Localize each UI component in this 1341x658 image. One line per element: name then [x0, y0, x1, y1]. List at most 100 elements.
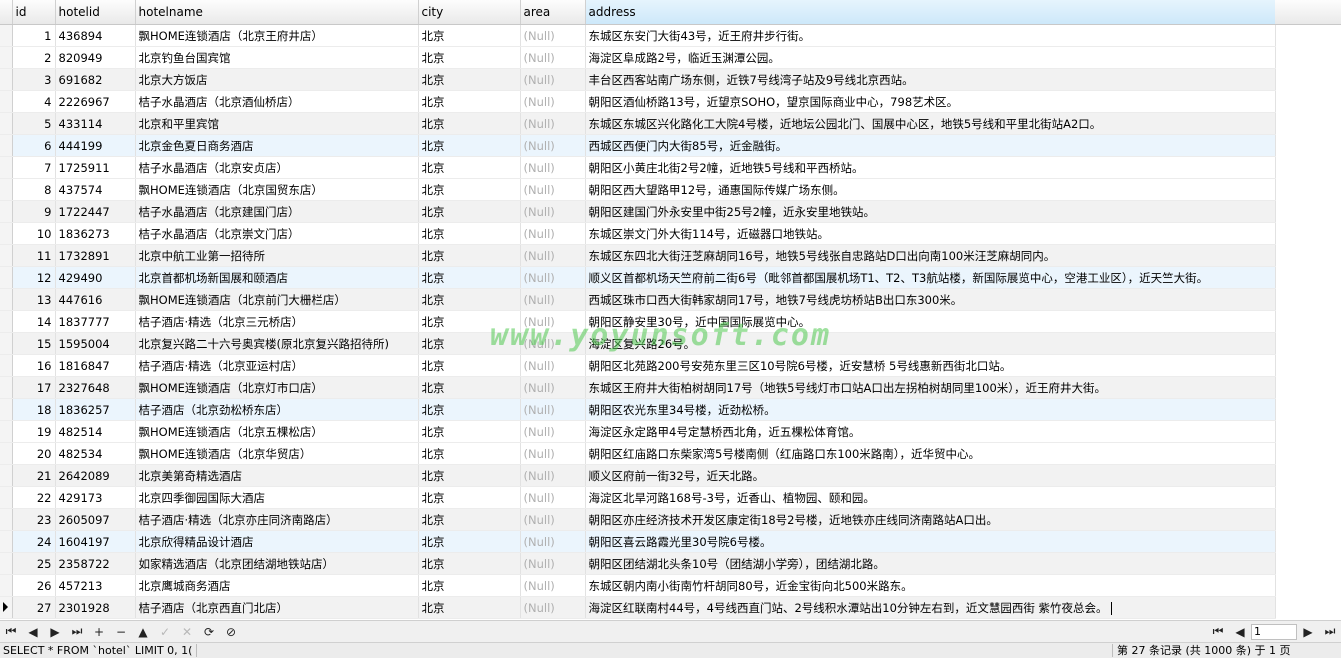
cell-address[interactable]: 海淀区北旱河路168号-3号，近香山、植物园、颐和园。 — [585, 486, 1276, 509]
cell-hotelname[interactable]: 桔子酒店（北京劲松桥东店） — [135, 398, 419, 421]
cell-id[interactable]: 13 — [12, 288, 56, 311]
first-page-icon[interactable]: ⏮ — [1207, 622, 1229, 642]
cell-city[interactable]: 北京 — [418, 310, 521, 333]
cell-city[interactable]: 北京 — [418, 552, 521, 575]
cell-hotelname[interactable]: 飘HOME连锁酒店（北京前门大栅栏店） — [135, 288, 419, 311]
cell-address[interactable]: 丰台区西客站南广场东侧，近铁7号线湾子站及9号线北京西站。 — [585, 68, 1276, 91]
cell-address[interactable]: 朝阳区酒仙桥路13号，近望京SOHO，望京国际商业中心，798艺术区。 — [585, 90, 1276, 113]
cell-city[interactable]: 北京 — [418, 486, 521, 509]
row-indicator[interactable] — [0, 222, 13, 245]
cell-hotelid[interactable]: 437574 — [55, 178, 136, 201]
table-row[interactable]: 21 2642089 北京美第奇精选酒店 北京 (Null) 顺义区府前一街32号，近天北… — [0, 464, 1276, 487]
cell-hotelname[interactable]: 桔子酒店·精选（北京三元桥店） — [135, 310, 419, 333]
cell-city[interactable]: 北京 — [418, 376, 521, 399]
row-indicator[interactable] — [0, 354, 13, 377]
cell-hotelid[interactable]: 1816847 — [55, 354, 136, 377]
cell-city[interactable]: 北京 — [418, 90, 521, 113]
row-indicator[interactable] — [0, 596, 13, 619]
cell-hotelid[interactable]: 2642089 — [55, 464, 136, 487]
row-indicator[interactable] — [0, 24, 13, 47]
table-row[interactable]: 22 429173 北京四季御园国际大酒店 北京 (Null) 海淀区北旱河路168号-3… — [0, 486, 1276, 509]
cell-id[interactable]: 26 — [12, 574, 56, 597]
cell-id[interactable]: 12 — [12, 266, 56, 289]
cell-hotelid[interactable]: 1836257 — [55, 398, 136, 421]
move-up-icon[interactable]: ▲ — [132, 622, 154, 642]
row-indicator[interactable] — [0, 288, 13, 311]
cell-address[interactable]: 海淀区阜成路2号，临近玉渊潭公园。 — [585, 46, 1276, 69]
row-indicator[interactable] — [0, 90, 13, 113]
cell-id[interactable]: 22 — [12, 486, 56, 509]
cell-address[interactable]: 朝阳区团结湖北头条10号（团结湖小学旁），团结湖北路。 — [585, 552, 1276, 575]
cell-area[interactable]: (Null) — [520, 90, 586, 113]
cell-hotelname[interactable]: 北京复兴路二十六号奥宾楼(原北京复兴路招待所) — [135, 332, 419, 355]
column-header-hotelid[interactable]: hotelid — [55, 0, 136, 25]
cell-address[interactable]: 东城区王府井大街柏树胡同17号（地铁5号线灯市口站A口出左拐柏树胡同里100米）… — [585, 376, 1276, 399]
cell-id[interactable]: 3 — [12, 68, 56, 91]
cell-hotelid[interactable]: 2226967 — [55, 90, 136, 113]
cell-area[interactable]: (Null) — [520, 574, 586, 597]
cell-city[interactable]: 北京 — [418, 508, 521, 531]
cell-city[interactable]: 北京 — [418, 530, 521, 553]
cell-address[interactable]: 朝阳区小黄庄北街2号2幢，近地铁5号线和平西桥站。 — [585, 156, 1276, 179]
cell-hotelid[interactable]: 436894 — [55, 24, 136, 47]
cell-hotelname[interactable]: 桔子酒店·精选（北京亦庄同济南路店） — [135, 508, 419, 531]
cell-city[interactable]: 北京 — [418, 112, 521, 135]
cell-address[interactable]: 朝阳区亦庄经济技术开发区康定街18号2号楼，近地铁亦庄线同济南路站A口出。 — [585, 508, 1276, 531]
table-row[interactable]: 15 1595004 北京复兴路二十六号奥宾楼(原北京复兴路招待所) 北京 (Null)… — [0, 332, 1276, 355]
cell-city[interactable]: 北京 — [418, 464, 521, 487]
cell-area[interactable]: (Null) — [520, 178, 586, 201]
cell-hotelname[interactable]: 北京和平里宾馆 — [135, 112, 419, 135]
row-indicator[interactable] — [0, 332, 13, 355]
cell-hotelname[interactable]: 飘HOME连锁酒店（北京五棵松店） — [135, 420, 419, 443]
cell-area[interactable]: (Null) — [520, 244, 586, 267]
cell-area[interactable]: (Null) — [520, 156, 586, 179]
row-indicator[interactable] — [0, 398, 13, 421]
cell-city[interactable]: 北京 — [418, 442, 521, 465]
table-row[interactable]: 2 820949 北京钓鱼台国宾馆 北京 (Null) 海淀区阜成路2号，临近玉渊潭公园。 — [0, 46, 1276, 69]
cell-city[interactable]: 北京 — [418, 24, 521, 47]
cell-hotelid[interactable]: 1725911 — [55, 156, 136, 179]
cell-city[interactable]: 北京 — [418, 266, 521, 289]
cell-id[interactable]: 1 — [12, 24, 56, 47]
cell-hotelname[interactable]: 桔子酒店·精选（北京亚运村店） — [135, 354, 419, 377]
row-indicator[interactable] — [0, 156, 13, 179]
cell-area[interactable]: (Null) — [520, 486, 586, 509]
cell-area[interactable]: (Null) — [520, 68, 586, 91]
cell-area[interactable]: (Null) — [520, 552, 586, 575]
cell-area[interactable]: (Null) — [520, 310, 586, 333]
cell-area[interactable]: (Null) — [520, 288, 586, 311]
table-row[interactable]: 18 1836257 桔子酒店（北京劲松桥东店） 北京 (Null) 朝阳区农光东里34号… — [0, 398, 1276, 421]
cell-city[interactable]: 北京 — [418, 68, 521, 91]
cell-address[interactable]: 朝阳区喜云路霞光里30号院6号楼。 — [585, 530, 1276, 553]
table-row[interactable]: 3 691682 北京大方饭店 北京 (Null) 丰台区西客站南广场东侧，近铁7号线湾子… — [0, 68, 1276, 91]
row-indicator[interactable] — [0, 486, 13, 509]
cell-city[interactable]: 北京 — [418, 420, 521, 443]
cell-id[interactable]: 18 — [12, 398, 56, 421]
cell-hotelid[interactable]: 1837777 — [55, 310, 136, 333]
cell-id[interactable]: 24 — [12, 530, 56, 553]
cell-address[interactable]: 海淀区红联南村44号，4号线西直门站、2号线积水潭站出10分钟左右到，近文慧园西… — [585, 596, 1276, 619]
cell-hotelname[interactable]: 桔子水晶酒店（北京建国门店） — [135, 200, 419, 223]
cell-hotelname[interactable]: 北京大方饭店 — [135, 68, 419, 91]
cell-hotelid[interactable]: 1836273 — [55, 222, 136, 245]
cell-hotelid[interactable]: 429490 — [55, 266, 136, 289]
table-row[interactable]: 13 447616 飘HOME连锁酒店（北京前门大栅栏店） 北京 (Null) 西城区珠市… — [0, 288, 1276, 311]
row-indicator[interactable] — [0, 266, 13, 289]
cell-address[interactable]: 东城区朝内南小街南竹杆胡同80号，近金宝街向北500米路东。 — [585, 574, 1276, 597]
first-record-icon[interactable]: ⏮ — [0, 622, 22, 642]
cell-area[interactable]: (Null) — [520, 332, 586, 355]
cell-hotelid[interactable]: 1732891 — [55, 244, 136, 267]
table-row[interactable]: 19 482514 飘HOME连锁酒店（北京五棵松店） 北京 (Null) 海淀区永定路甲… — [0, 420, 1276, 443]
delete-record-icon[interactable]: − — [110, 622, 132, 642]
next-page-icon[interactable]: ▶ — [1297, 622, 1319, 642]
cell-address[interactable]: 海淀区永定路甲4号定慧桥西北角，近五棵松体育馆。 — [585, 420, 1276, 443]
row-indicator[interactable] — [0, 244, 13, 267]
cell-hotelname[interactable]: 飘HOME连锁酒店（北京灯市口店） — [135, 376, 419, 399]
cell-area[interactable]: (Null) — [520, 376, 586, 399]
row-indicator[interactable] — [0, 178, 13, 201]
cell-address[interactable]: 顺义区府前一街32号，近天北路。 — [585, 464, 1276, 487]
cell-city[interactable]: 北京 — [418, 156, 521, 179]
stop-icon[interactable]: ⊘ — [220, 622, 242, 642]
column-header-id[interactable]: id — [12, 0, 56, 25]
cell-city[interactable]: 北京 — [418, 574, 521, 597]
